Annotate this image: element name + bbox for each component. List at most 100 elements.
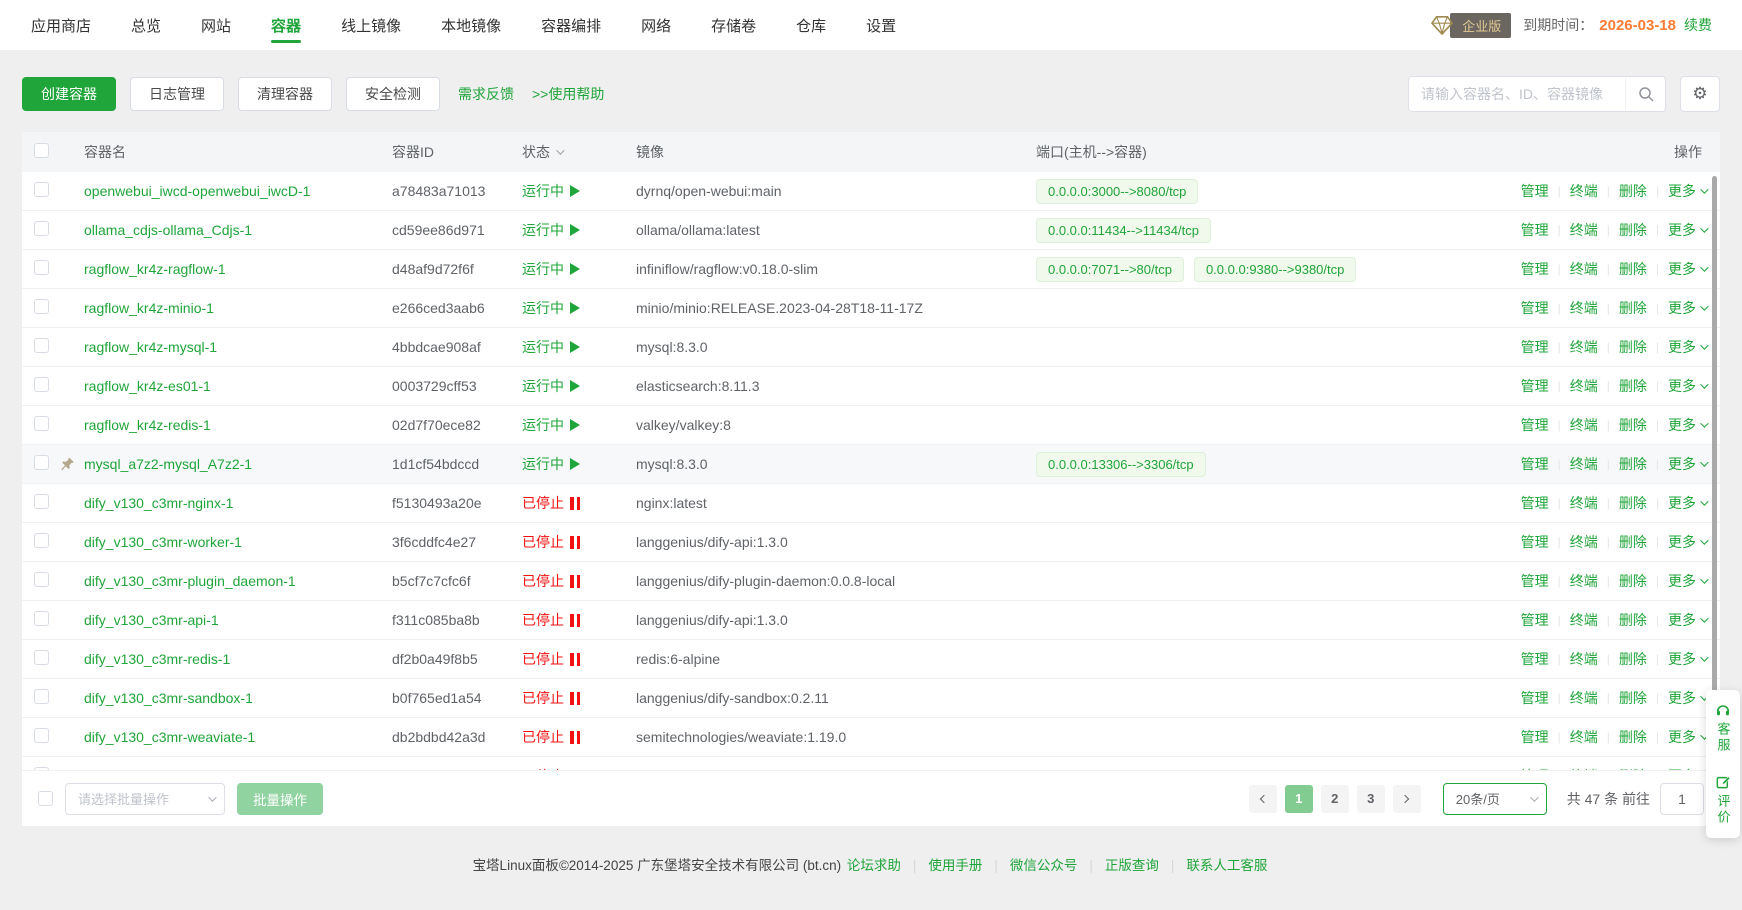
manage-link[interactable]: 管理 xyxy=(1521,220,1549,240)
more-link[interactable]: 更多 xyxy=(1668,220,1706,240)
pause-icon[interactable] xyxy=(570,770,580,771)
row-checkbox[interactable] xyxy=(34,455,49,470)
terminal-link[interactable]: 终端 xyxy=(1570,727,1598,747)
row-checkbox[interactable] xyxy=(34,260,49,275)
pause-icon[interactable] xyxy=(570,575,580,588)
manage-link[interactable]: 管理 xyxy=(1521,298,1549,318)
more-link[interactable]: 更多 xyxy=(1668,727,1706,747)
manage-link[interactable]: 管理 xyxy=(1521,649,1549,669)
footer-link[interactable]: 使用手册 xyxy=(928,858,982,873)
delete-link[interactable]: 删除 xyxy=(1619,493,1647,513)
feedback-link[interactable]: 需求反馈 xyxy=(458,84,514,104)
container-name-link[interactable]: ragflow_kr4z-minio-1 xyxy=(84,300,214,316)
terminal-link[interactable]: 终端 xyxy=(1570,766,1598,770)
row-checkbox[interactable] xyxy=(34,533,49,548)
row-checkbox[interactable] xyxy=(34,299,49,314)
manage-link[interactable]: 管理 xyxy=(1521,688,1549,708)
play-icon[interactable] xyxy=(570,419,580,431)
delete-link[interactable]: 删除 xyxy=(1619,610,1647,630)
delete-link[interactable]: 删除 xyxy=(1619,766,1647,770)
delete-link[interactable]: 删除 xyxy=(1619,298,1647,318)
pause-icon[interactable] xyxy=(570,692,580,705)
manage-link[interactable]: 管理 xyxy=(1521,493,1549,513)
nav-item-总览[interactable]: 总览 xyxy=(131,0,161,50)
pause-icon[interactable] xyxy=(570,614,580,627)
select-all-checkbox[interactable] xyxy=(34,143,49,158)
row-checkbox[interactable] xyxy=(34,182,49,197)
nav-item-网络[interactable]: 网络 xyxy=(641,0,671,50)
container-name-link[interactable]: dify_v130_c3mr-worker-1 xyxy=(84,534,242,550)
row-checkbox[interactable] xyxy=(34,572,49,587)
row-checkbox[interactable] xyxy=(34,650,49,665)
more-link[interactable]: 更多 xyxy=(1668,493,1706,513)
manage-link[interactable]: 管理 xyxy=(1521,259,1549,279)
container-name-link[interactable]: ragflow_kr4z-ragflow-1 xyxy=(84,261,226,277)
delete-link[interactable]: 删除 xyxy=(1619,649,1647,669)
terminal-link[interactable]: 终端 xyxy=(1570,376,1598,396)
footer-link[interactable]: 论坛求助 xyxy=(847,858,901,873)
container-name-link[interactable]: ragflow_kr4z-redis-1 xyxy=(84,417,211,433)
container-name-link[interactable]: mysql_a7z2-mysql_A7z2-1 xyxy=(84,456,252,472)
container-name-link[interactable]: dify_v130_c3mr-api-1 xyxy=(84,612,219,628)
more-link[interactable]: 更多 xyxy=(1668,766,1706,770)
more-link[interactable]: 更多 xyxy=(1668,610,1706,630)
goto-page-input[interactable] xyxy=(1660,783,1704,815)
container-name-link[interactable]: dify_v130_c3mr-redis-1 xyxy=(84,651,230,667)
terminal-link[interactable]: 终端 xyxy=(1570,454,1598,474)
nav-item-线上镜像[interactable]: 线上镜像 xyxy=(341,0,401,50)
more-link[interactable]: 更多 xyxy=(1668,181,1706,201)
more-link[interactable]: 更多 xyxy=(1668,688,1706,708)
more-link[interactable]: 更多 xyxy=(1668,532,1706,552)
delete-link[interactable]: 删除 xyxy=(1619,337,1647,357)
play-icon[interactable] xyxy=(570,458,580,470)
footer-link[interactable]: 微信公众号 xyxy=(1010,858,1078,873)
manage-link[interactable]: 管理 xyxy=(1521,571,1549,591)
manage-link[interactable]: 管理 xyxy=(1521,337,1549,357)
delete-link[interactable]: 删除 xyxy=(1619,181,1647,201)
more-link[interactable]: 更多 xyxy=(1668,259,1706,279)
nav-item-容器[interactable]: 容器 xyxy=(271,0,301,50)
play-icon[interactable] xyxy=(570,263,580,275)
more-link[interactable]: 更多 xyxy=(1668,454,1706,474)
play-icon[interactable] xyxy=(570,185,580,197)
log-management-button[interactable]: 日志管理 xyxy=(130,77,224,111)
manage-link[interactable]: 管理 xyxy=(1521,727,1549,747)
terminal-link[interactable]: 终端 xyxy=(1570,610,1598,630)
nav-item-网站[interactable]: 网站 xyxy=(201,0,231,50)
manage-link[interactable]: 管理 xyxy=(1521,610,1549,630)
pause-icon[interactable] xyxy=(570,497,580,510)
bulk-action-select[interactable]: 请选择批量操作 xyxy=(65,783,225,815)
manage-link[interactable]: 管理 xyxy=(1521,766,1549,770)
terminal-link[interactable]: 终端 xyxy=(1570,220,1598,240)
row-checkbox[interactable] xyxy=(34,611,49,626)
terminal-link[interactable]: 终端 xyxy=(1570,571,1598,591)
nav-item-容器编排[interactable]: 容器编排 xyxy=(541,0,601,50)
delete-link[interactable]: 删除 xyxy=(1619,688,1647,708)
customer-service-button[interactable]: 客服 xyxy=(1714,702,1733,754)
row-checkbox[interactable] xyxy=(34,377,49,392)
delete-link[interactable]: 删除 xyxy=(1619,727,1647,747)
manage-link[interactable]: 管理 xyxy=(1521,376,1549,396)
search-icon[interactable] xyxy=(1625,77,1665,111)
delete-link[interactable]: 删除 xyxy=(1619,259,1647,279)
row-checkbox[interactable] xyxy=(34,416,49,431)
nav-item-设置[interactable]: 设置 xyxy=(866,0,896,50)
container-name-link[interactable]: dify_v130_c3mr-plugin_daemon-1 xyxy=(84,573,296,589)
terminal-link[interactable]: 终端 xyxy=(1570,181,1598,201)
header-status-filter[interactable]: 状态 xyxy=(522,142,636,162)
container-name-link[interactable]: dify_v130_c3mr-sandbox-1 xyxy=(84,690,253,706)
terminal-link[interactable]: 终端 xyxy=(1570,493,1598,513)
table-scrollbar[interactable] xyxy=(1712,176,1717,772)
page-button-3[interactable]: 3 xyxy=(1357,785,1385,813)
pause-icon[interactable] xyxy=(570,731,580,744)
container-name-link[interactable]: ragflow_kr4z-mysql-1 xyxy=(84,339,217,355)
container-name-link[interactable]: ragflow_kr4z-es01-1 xyxy=(84,378,211,394)
play-icon[interactable] xyxy=(570,224,580,236)
row-checkbox[interactable] xyxy=(34,728,49,743)
manage-link[interactable]: 管理 xyxy=(1521,415,1549,435)
nav-item-应用商店[interactable]: 应用商店 xyxy=(31,0,91,50)
terminal-link[interactable]: 终端 xyxy=(1570,259,1598,279)
manage-link[interactable]: 管理 xyxy=(1521,454,1549,474)
play-icon[interactable] xyxy=(570,341,580,353)
more-link[interactable]: 更多 xyxy=(1668,376,1706,396)
